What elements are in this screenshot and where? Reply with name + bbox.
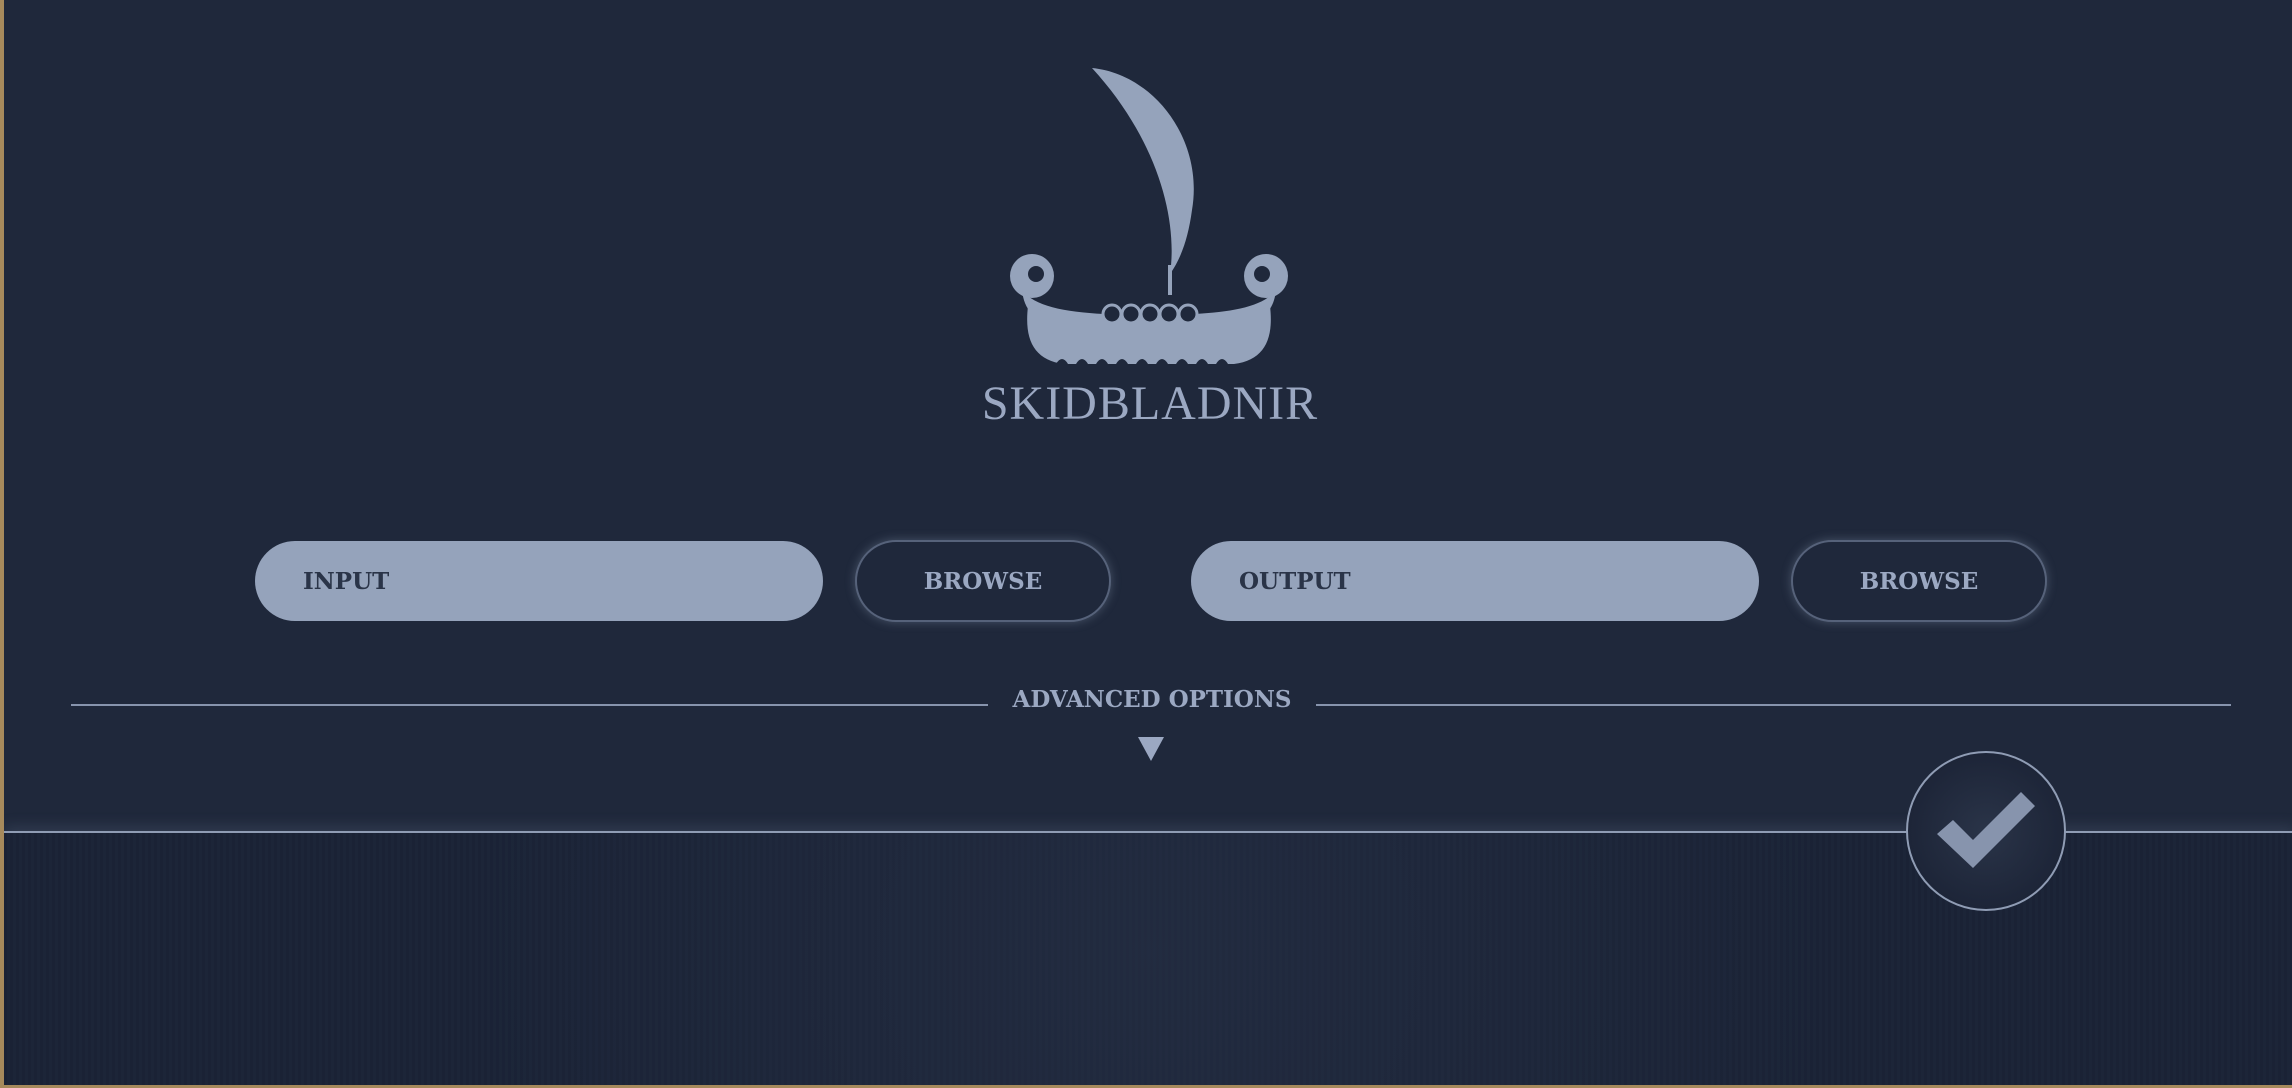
viking-longship-icon <box>1010 68 1288 364</box>
divider-left <box>71 704 988 706</box>
divider-right <box>1316 704 2231 706</box>
output-path-field[interactable]: OUTPUT <box>1191 541 1759 621</box>
output-browse-button[interactable]: BROWSE <box>1791 540 2047 622</box>
confirm-button[interactable] <box>1906 751 2066 911</box>
app-title: SKIDBLADNIR <box>981 377 1319 430</box>
checkmark-icon <box>1937 792 2035 868</box>
input-path-field[interactable]: INPUT <box>255 541 823 621</box>
triangle-down-icon[interactable] <box>1138 737 1164 761</box>
advanced-options-label[interactable]: ADVANCED OPTIONS <box>988 686 1316 713</box>
logo <box>994 60 1304 380</box>
app-window: SKIDBLADNIR INPUT BROWSE OUTPUT BROWSE A… <box>0 0 2292 1088</box>
input-browse-button[interactable]: BROWSE <box>855 540 1111 622</box>
